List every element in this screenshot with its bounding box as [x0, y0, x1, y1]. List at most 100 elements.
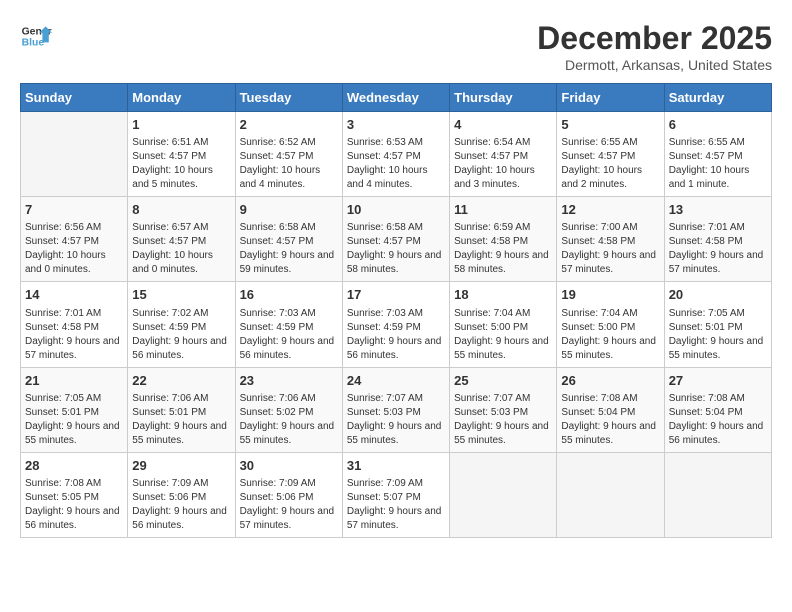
day-info: Sunrise: 6:58 AMSunset: 4:57 PMDaylight:…: [240, 221, 338, 277]
day-info: Sunrise: 7:06 AMSunset: 5:02 PMDaylight:…: [240, 392, 338, 448]
weekday-header: Sunday: [21, 84, 128, 112]
calendar-day-cell: 26Sunrise: 7:08 AMSunset: 5:04 PMDayligh…: [557, 367, 664, 452]
logo-icon: General Blue: [20, 20, 52, 52]
day-number: 20: [669, 286, 767, 304]
day-number: 22: [132, 372, 230, 390]
day-info: Sunrise: 7:04 AMSunset: 5:00 PMDaylight:…: [561, 307, 659, 363]
calendar-day-cell: 22 Sunrise: 7:06 AMSunset: 5:01 PMDayligh…: [128, 367, 235, 452]
day-info: Sunrise: 7:09 AMSunset: 5:06 PMDaylight:…: [240, 477, 338, 533]
day-number: 12: [561, 201, 659, 219]
calendar-week-row: 28 Sunrise: 7:08 AMSunset: 5:05 PMDayligh…: [21, 452, 772, 537]
calendar-day-cell: 16 Sunrise: 7:03 AMSunset: 4:59 PMDayligh…: [235, 282, 342, 367]
calendar-day-cell: [21, 112, 128, 197]
day-number: 28: [25, 457, 123, 475]
calendar-day-cell: 11 Sunrise: 6:59 AMSunset: 4:58 PMDayligh…: [450, 197, 557, 282]
weekday-header: Tuesday: [235, 84, 342, 112]
calendar-day-cell: 20 Sunrise: 7:05 AMSunset: 5:01 PMDayligh…: [664, 282, 771, 367]
calendar-week-row: 7Sunrise: 6:56 AMSunset: 4:57 PMDaylight…: [21, 197, 772, 282]
day-number: 31: [347, 457, 445, 475]
page-header: General Blue December 2025 Dermott, Arka…: [20, 20, 772, 73]
calendar-day-cell: 19 Sunrise: 7:04 AMSunset: 5:00 PMDayligh…: [557, 282, 664, 367]
calendar-day-cell: 8 Sunrise: 6:57 AMSunset: 4:57 PMDaylight…: [128, 197, 235, 282]
calendar-header: SundayMondayTuesdayWednesdayThursdayFrid…: [21, 84, 772, 112]
day-info: Sunrise: 6:55 AMSunset: 4:57 PMDaylight:…: [669, 136, 767, 192]
day-info: Sunrise: 6:59 AMSunset: 4:58 PMDaylight:…: [454, 221, 552, 277]
day-info: Sunrise: 6:57 AMSunset: 4:57 PMDaylight:…: [132, 221, 230, 277]
calendar-day-cell: 9 Sunrise: 6:58 AMSunset: 4:57 PMDaylight…: [235, 197, 342, 282]
weekday-header: Friday: [557, 84, 664, 112]
day-number: 25: [454, 372, 552, 390]
day-number: 30: [240, 457, 338, 475]
day-info: Sunrise: 7:03 AMSunset: 4:59 PMDaylight:…: [240, 307, 338, 363]
calendar-day-cell: 10 Sunrise: 6:58 AMSunset: 4:57 PMDayligh…: [342, 197, 449, 282]
day-number: 19: [561, 286, 659, 304]
calendar-day-cell: 30 Sunrise: 7:09 AMSunset: 5:06 PMDayligh…: [235, 452, 342, 537]
calendar-day-cell: 4 Sunrise: 6:54 AMSunset: 4:57 PMDaylight…: [450, 112, 557, 197]
day-info: Sunrise: 6:53 AMSunset: 4:57 PMDaylight:…: [347, 136, 445, 192]
day-info: Sunrise: 6:52 AMSunset: 4:57 PMDaylight:…: [240, 136, 338, 192]
day-info: Sunrise: 7:07 AMSunset: 5:03 PMDaylight:…: [347, 392, 445, 448]
day-info: Sunrise: 7:01 AMSunset: 4:58 PMDaylight:…: [669, 221, 767, 277]
day-number: 26: [561, 372, 659, 390]
calendar-body: 1Sunrise: 6:51 AMSunset: 4:57 PMDaylight…: [21, 112, 772, 538]
day-info: Sunrise: 6:58 AMSunset: 4:57 PMDaylight:…: [347, 221, 445, 277]
day-info: Sunrise: 7:06 AMSunset: 5:01 PMDaylight:…: [132, 392, 230, 448]
day-number: 23: [240, 372, 338, 390]
calendar-day-cell: 7Sunrise: 6:56 AMSunset: 4:57 PMDaylight…: [21, 197, 128, 282]
calendar-day-cell: 27 Sunrise: 7:08 AMSunset: 5:04 PMDayligh…: [664, 367, 771, 452]
day-info: Sunrise: 6:54 AMSunset: 4:57 PMDaylight:…: [454, 136, 552, 192]
day-number: 6: [669, 116, 767, 134]
day-number: 8: [132, 201, 230, 219]
day-info: Sunrise: 7:08 AMSunset: 5:05 PMDaylight:…: [25, 477, 123, 533]
calendar-week-row: 1Sunrise: 6:51 AMSunset: 4:57 PMDaylight…: [21, 112, 772, 197]
calendar-day-cell: 24Sunrise: 7:07 AMSunset: 5:03 PMDayligh…: [342, 367, 449, 452]
calendar-day-cell: 31 Sunrise: 7:09 AMSunset: 5:07 PMDayligh…: [342, 452, 449, 537]
calendar-day-cell: 21Sunrise: 7:05 AMSunset: 5:01 PMDayligh…: [21, 367, 128, 452]
day-info: Sunrise: 7:05 AMSunset: 5:01 PMDaylight:…: [25, 392, 123, 448]
day-info: Sunrise: 7:09 AMSunset: 5:07 PMDaylight:…: [347, 477, 445, 533]
day-number: 18: [454, 286, 552, 304]
day-number: 5: [561, 116, 659, 134]
calendar-day-cell: 12Sunrise: 7:00 AMSunset: 4:58 PMDayligh…: [557, 197, 664, 282]
calendar-day-cell: 29Sunrise: 7:09 AMSunset: 5:06 PMDayligh…: [128, 452, 235, 537]
calendar-day-cell: [664, 452, 771, 537]
day-number: 3: [347, 116, 445, 134]
calendar-day-cell: 15 Sunrise: 7:02 AMSunset: 4:59 PMDayligh…: [128, 282, 235, 367]
day-number: 10: [347, 201, 445, 219]
day-info: Sunrise: 7:04 AMSunset: 5:00 PMDaylight:…: [454, 307, 552, 363]
weekday-header: Monday: [128, 84, 235, 112]
month-title: December 2025: [537, 20, 772, 57]
day-info: Sunrise: 7:08 AMSunset: 5:04 PMDaylight:…: [669, 392, 767, 448]
weekday-header: Wednesday: [342, 84, 449, 112]
day-info: Sunrise: 7:01 AMSunset: 4:58 PMDaylight:…: [25, 307, 123, 363]
day-info: Sunrise: 6:55 AMSunset: 4:57 PMDaylight:…: [561, 136, 659, 192]
day-info: Sunrise: 7:02 AMSunset: 4:59 PMDaylight:…: [132, 307, 230, 363]
day-number: 4: [454, 116, 552, 134]
location: Dermott, Arkansas, United States: [537, 57, 772, 73]
day-number: 14: [25, 286, 123, 304]
weekday-header: Thursday: [450, 84, 557, 112]
day-info: Sunrise: 6:51 AMSunset: 4:57 PMDaylight:…: [132, 136, 230, 192]
calendar-day-cell: 28 Sunrise: 7:08 AMSunset: 5:05 PMDayligh…: [21, 452, 128, 537]
day-info: Sunrise: 7:09 AMSunset: 5:06 PMDaylight:…: [132, 477, 230, 533]
day-number: 16: [240, 286, 338, 304]
calendar-day-cell: 1Sunrise: 6:51 AMSunset: 4:57 PMDaylight…: [128, 112, 235, 197]
day-number: 15: [132, 286, 230, 304]
day-number: 27: [669, 372, 767, 390]
calendar-day-cell: [557, 452, 664, 537]
calendar-day-cell: 14 Sunrise: 7:01 AMSunset: 4:58 PMDayligh…: [21, 282, 128, 367]
day-number: 13: [669, 201, 767, 219]
calendar-day-cell: 17Sunrise: 7:03 AMSunset: 4:59 PMDayligh…: [342, 282, 449, 367]
day-info: Sunrise: 7:05 AMSunset: 5:01 PMDaylight:…: [669, 307, 767, 363]
header-row: SundayMondayTuesdayWednesdayThursdayFrid…: [21, 84, 772, 112]
calendar-day-cell: 25Sunrise: 7:07 AMSunset: 5:03 PMDayligh…: [450, 367, 557, 452]
day-number: 11: [454, 201, 552, 219]
calendar-day-cell: 23 Sunrise: 7:06 AMSunset: 5:02 PMDayligh…: [235, 367, 342, 452]
day-number: 17: [347, 286, 445, 304]
calendar-day-cell: 6 Sunrise: 6:55 AMSunset: 4:57 PMDaylight…: [664, 112, 771, 197]
calendar-day-cell: 3 Sunrise: 6:53 AMSunset: 4:57 PMDaylight…: [342, 112, 449, 197]
calendar-day-cell: 2Sunrise: 6:52 AMSunset: 4:57 PMDaylight…: [235, 112, 342, 197]
svg-text:Blue: Blue: [22, 38, 45, 49]
day-number: 9: [240, 201, 338, 219]
logo: General Blue: [20, 20, 52, 52]
